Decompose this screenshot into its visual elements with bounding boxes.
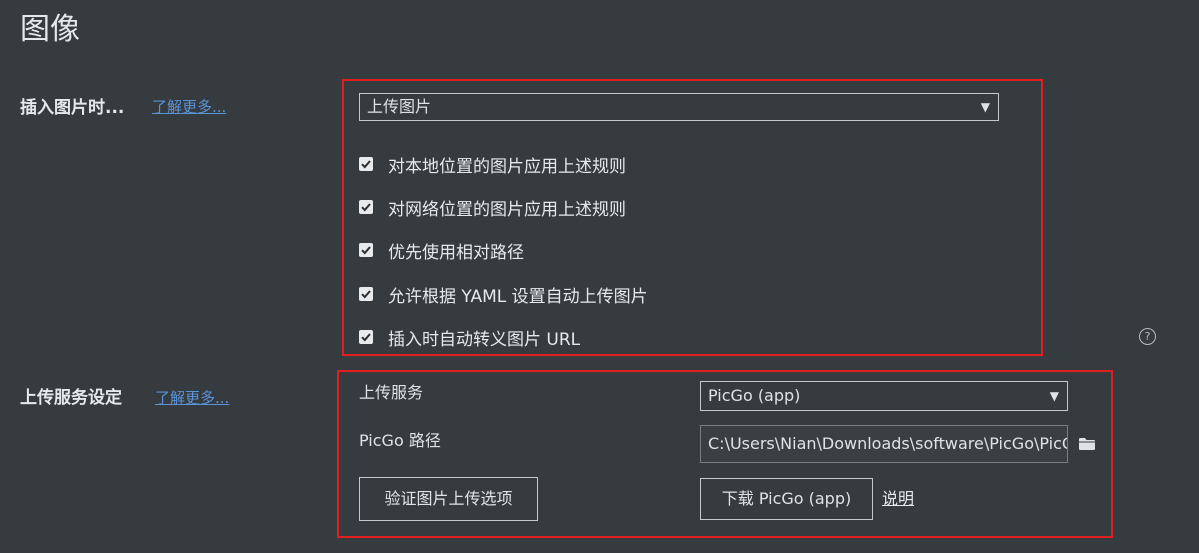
dropdown-arrow-icon: ▼ [1049,389,1059,403]
insert-image-action-value: 上传图片 [367,97,432,116]
option-label: 优先使用相对路径 [388,242,524,263]
help-circle-icon[interactable]: ? [1139,328,1156,345]
option-label: 插入时自动转义图片 URL [388,329,581,350]
checkbox-checked-icon[interactable] [359,330,373,344]
picgo-path-label: PicGo 路径 [359,431,441,450]
option-escape-url[interactable]: 插入时自动转义图片 URL [359,325,581,350]
upload-service-field-label: 上传服务 [359,383,424,402]
upload-service-label: 上传服务设定 [20,388,122,408]
upload-service-learn-more-link[interactable]: 了解更多... [155,387,229,409]
option-relative-path[interactable]: 优先使用相对路径 [359,238,524,263]
checkbox-checked-icon[interactable] [359,287,373,301]
download-picgo-button[interactable]: 下载 PicGo (app) [700,478,873,520]
option-apply-local[interactable]: 对本地位置的图片应用上述规则 [359,152,626,177]
option-label: 对网络位置的图片应用上述规则 [388,199,626,220]
folder-icon[interactable] [1078,436,1096,455]
option-label: 允许根据 YAML 设置自动上传图片 [388,286,648,307]
dropdown-arrow-icon: ▼ [980,100,990,114]
insert-image-learn-more-link[interactable]: 了解更多... [152,96,226,118]
insert-image-label: 插入图片时... [20,98,125,118]
upload-service-select[interactable]: PicGo (app) ▼ [700,381,1068,411]
option-apply-network[interactable]: 对网络位置的图片应用上述规则 [359,195,626,220]
verify-upload-button[interactable]: 验证图片上传选项 [359,477,538,521]
option-yaml-auto-upload[interactable]: 允许根据 YAML 设置自动上传图片 [359,282,648,307]
option-label: 对本地位置的图片应用上述规则 [388,156,626,177]
checkbox-checked-icon[interactable] [359,157,373,171]
page-title: 图像 [20,12,80,47]
checkbox-checked-icon[interactable] [359,200,373,214]
picgo-path-input[interactable]: C:\Users\Nian\Downloads\software\PicGo\P… [700,425,1068,463]
insert-image-action-select[interactable]: 上传图片 ▼ [359,93,999,121]
upload-service-value: PicGo (app) [708,386,801,405]
checkbox-checked-icon[interactable] [359,243,373,257]
picgo-doc-link[interactable]: 说明 [882,488,914,510]
